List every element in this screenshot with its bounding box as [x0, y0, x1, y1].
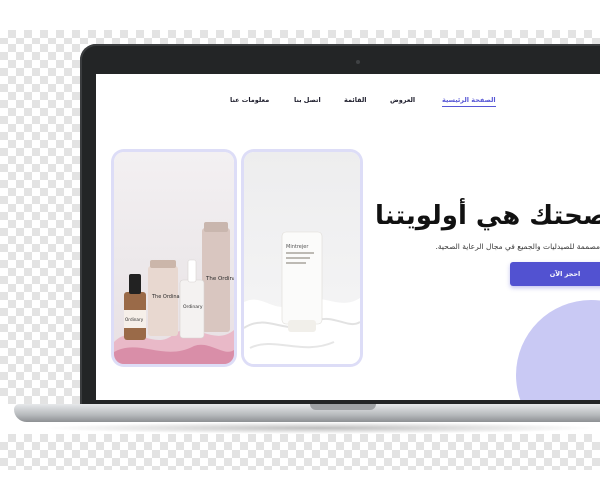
nav-link-home[interactable]: الصفحة الرئيسية: [442, 96, 496, 107]
transparency-strip-top: [0, 30, 600, 44]
product-photo-bottles: The Ordinary. The Ordinary. Ordinary Ord…: [114, 152, 234, 364]
laptop-base-notch: [310, 404, 376, 410]
nav-link-offers[interactable]: العروض: [390, 96, 415, 104]
product-photo-tube: Mintrejer: [244, 152, 360, 364]
nav-link-about[interactable]: معلومات عنا: [230, 96, 269, 104]
cream-tube-illustration: Mintrejer: [244, 231, 360, 364]
hero-subtitle: مصممة للصيدليات والجميع في مجال الرعاية …: [435, 241, 600, 251]
book-now-button[interactable]: احجز الآن: [510, 262, 600, 286]
laptop-shadow: [40, 422, 600, 434]
product-brand-text-3: Ordinary: [183, 304, 203, 310]
nav-link-menu[interactable]: القائمة: [344, 96, 367, 104]
transparency-strip-left: [0, 44, 80, 404]
laptop-base: [14, 404, 600, 422]
nav-link-contact[interactable]: اتصل بنا: [294, 96, 321, 104]
laptop-screen: الصفحة الرئيسية العروض القائمة اتصل بنا …: [96, 74, 600, 400]
product-brand-text-4: Ordinary: [125, 317, 144, 322]
hero-title: صحتك هي أولويتنا: [374, 201, 600, 232]
skincare-bottles-illustration: The Ordinary. The Ordinary. Ordinary Ord…: [114, 222, 234, 364]
product-brand-text: The Ordinary.: [205, 276, 234, 282]
transparency-strip-bottom: [0, 434, 600, 470]
camera-icon: [356, 60, 360, 64]
decorative-circle: [516, 300, 600, 400]
main-nav: الصفحة الرئيسية العروض القائمة اتصل بنا …: [96, 96, 600, 110]
